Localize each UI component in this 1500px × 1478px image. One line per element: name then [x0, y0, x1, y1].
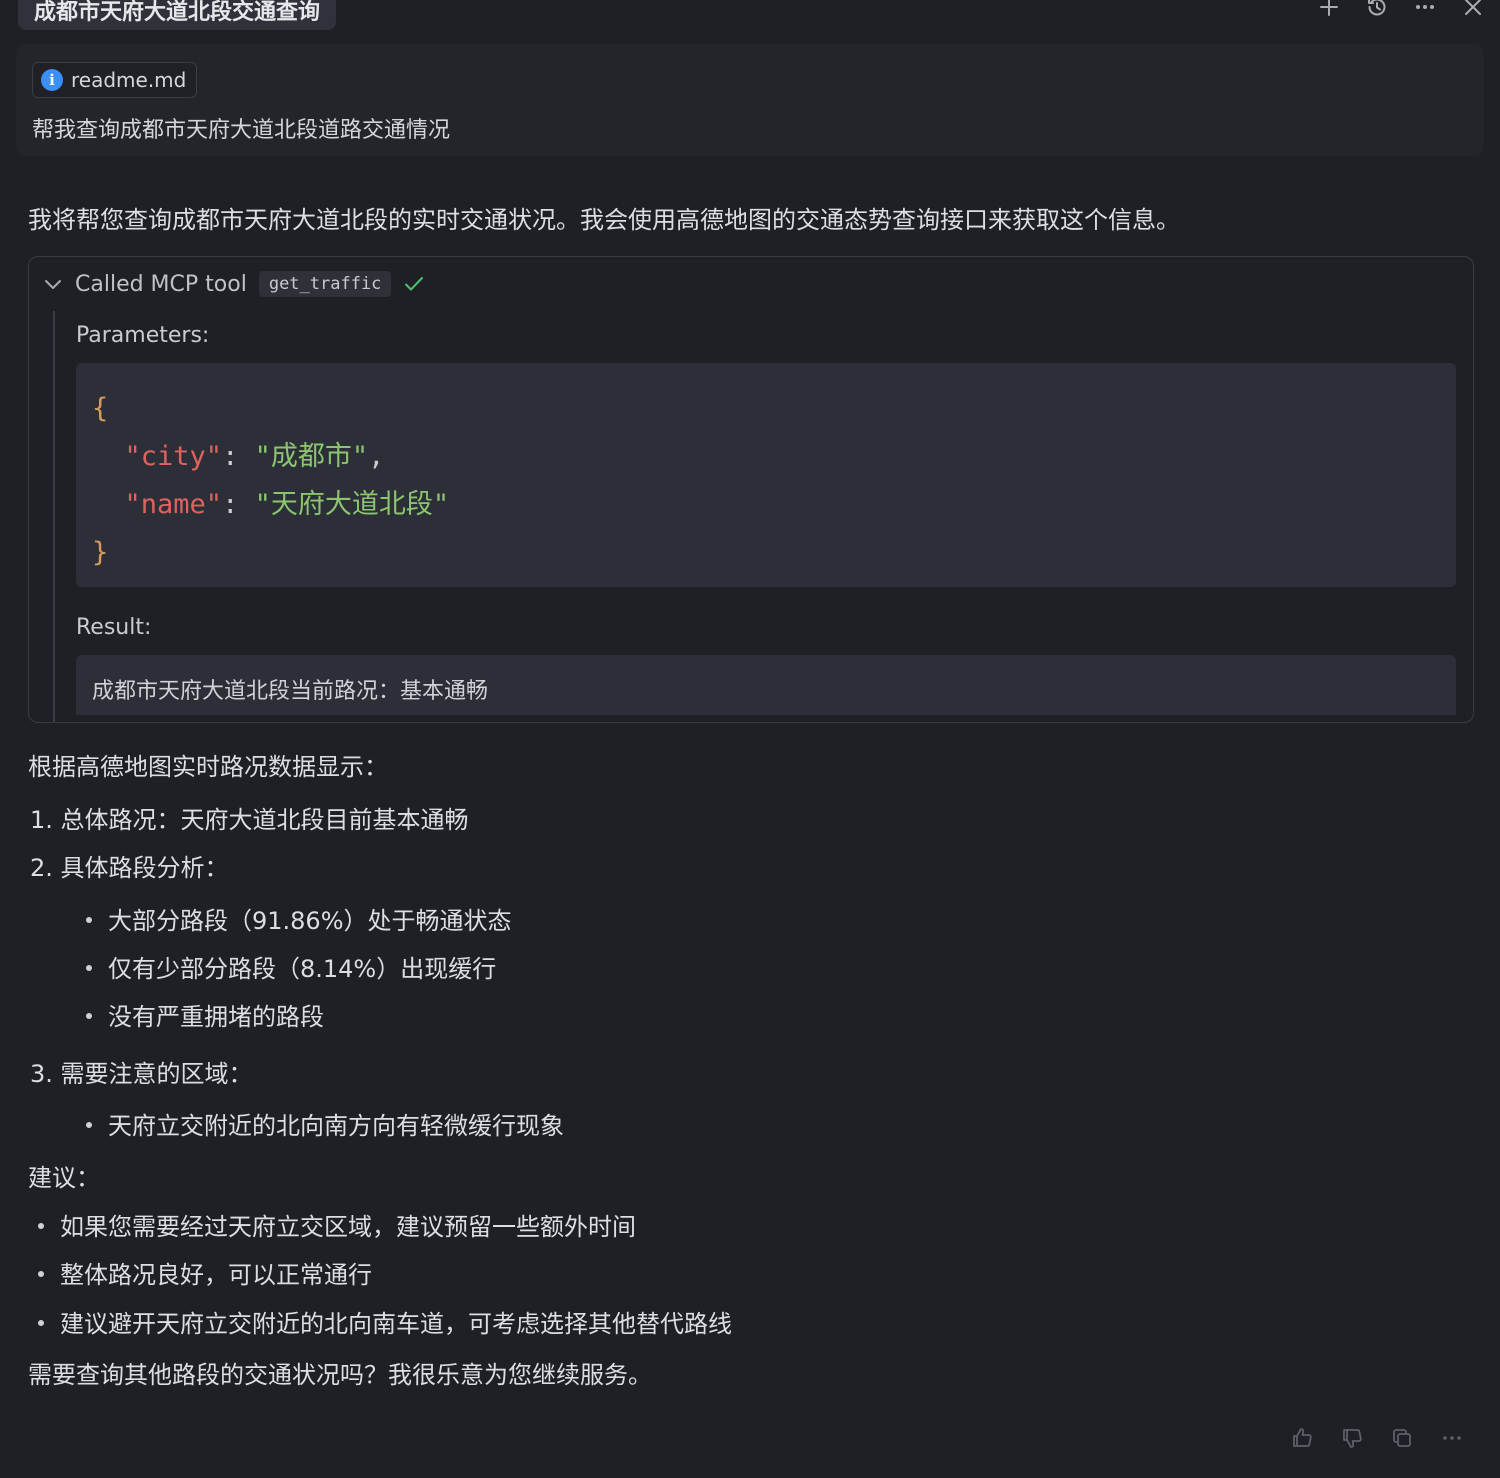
attachment-chip[interactable]: i readme.md: [32, 62, 198, 98]
info-icon: i: [41, 69, 63, 91]
code-line: }: [92, 529, 1440, 577]
header-actions: [1316, 0, 1486, 20]
parameters-code-block: { "city": "成都市", "name": "天府大道北段" }: [76, 363, 1456, 587]
list-item: 整体路况良好，可以正常通行: [38, 1255, 372, 1290]
tool-call-panel: Called MCP tool get_traffic Parameters: …: [28, 256, 1474, 723]
assistant-intro-text: 我将帮您查询成都市天府大道北段的实时交通状况。我会使用高德地图的交通态势查询接口…: [28, 206, 1180, 234]
list-item: 如果您需要经过天府立交区域，建议预留一些额外时间: [38, 1207, 636, 1242]
more-icon: [1443, 1436, 1461, 1440]
list-item: 没有严重拥堵的路段: [86, 997, 324, 1032]
history-button[interactable]: [1364, 0, 1390, 20]
json-key-name: "name": [124, 489, 223, 520]
json-value-city: "成都市": [254, 441, 369, 472]
tool-call-rail: [53, 311, 55, 722]
close-icon: [1465, 0, 1481, 15]
chat-title: 成都市天府大道北段交通查询: [34, 0, 321, 25]
result-text: 成都市天府大道北段当前路况：基本通畅: [92, 679, 489, 704]
closing-text: 需要查询其他路段的交通状况吗？我很乐意为您继续服务。: [28, 1361, 652, 1389]
list-item: 大部分路段（91.86%）处于畅通状态: [86, 901, 512, 936]
close-button[interactable]: [1460, 0, 1486, 20]
tool-call-label: Called MCP tool: [75, 271, 247, 297]
user-message-text: 帮我查询成都市天府大道北段道路交通情况: [32, 118, 451, 143]
code-line: {: [92, 385, 1440, 433]
json-key-city: "city": [124, 441, 223, 472]
json-close-brace: }: [92, 537, 109, 568]
summary-heading: 根据高德地图实时路况数据显示：: [28, 753, 388, 781]
attachment-name: readme.md: [71, 68, 187, 92]
result-block: 成都市天府大道北段当前路况：基本通畅: [76, 655, 1456, 715]
tool-name-chip: get_traffic: [258, 271, 392, 297]
list-item: 仅有少部分路段（8.14%）出现缓行: [86, 949, 496, 984]
result-label: Result:: [76, 615, 152, 640]
json-open-brace: {: [92, 393, 109, 424]
copy-button[interactable]: [1390, 1426, 1414, 1450]
list-item: 天府立交附近的北向南方向有轻微缓行现象: [86, 1106, 564, 1141]
more-icon: [1416, 5, 1434, 9]
plus-icon: [1320, 0, 1338, 16]
new-chat-button[interactable]: [1316, 0, 1342, 20]
advice-heading: 建议：: [28, 1164, 100, 1192]
code-line: "city": "成都市",: [124, 441, 385, 472]
chevron-down-icon[interactable]: [43, 274, 63, 294]
list-item-2: 2. 具体路段分析：: [30, 854, 229, 882]
check-icon: [403, 273, 425, 295]
message-actions: [1290, 1426, 1464, 1450]
more-options-button[interactable]: [1412, 0, 1438, 20]
list-item-1: 1. 总体路况：天府大道北段目前基本通畅: [30, 806, 469, 834]
code-line: "name": "天府大道北段": [124, 489, 450, 520]
chat-title-tab[interactable]: 成都市天府大道北段交通查询: [18, 0, 337, 30]
list-item: 建议避开天府立交附近的北向南车道，可考虑选择其他替代路线: [38, 1304, 732, 1339]
thumbs-up-button[interactable]: [1290, 1426, 1314, 1450]
parameters-label: Parameters:: [76, 323, 210, 348]
tool-call-header[interactable]: Called MCP tool get_traffic: [43, 271, 425, 297]
message-more-button[interactable]: [1440, 1426, 1464, 1450]
copy-icon: [1393, 1429, 1411, 1447]
thumbs-down-button[interactable]: [1340, 1426, 1364, 1450]
thumbs-down-icon: [1343, 1429, 1362, 1448]
json-value-name: "天府大道北段": [254, 489, 450, 520]
chat-panel: 成都市天府大道北段交通查询 i readme.md 帮我查询成都市天府大道北段道…: [0, 0, 1500, 1478]
history-icon: [1368, 0, 1386, 16]
thumbs-up-icon: [1293, 1428, 1312, 1447]
user-message: i readme.md 帮我查询成都市天府大道北段道路交通情况: [16, 44, 1484, 156]
list-item-3: 3. 需要注意的区域：: [30, 1060, 253, 1088]
